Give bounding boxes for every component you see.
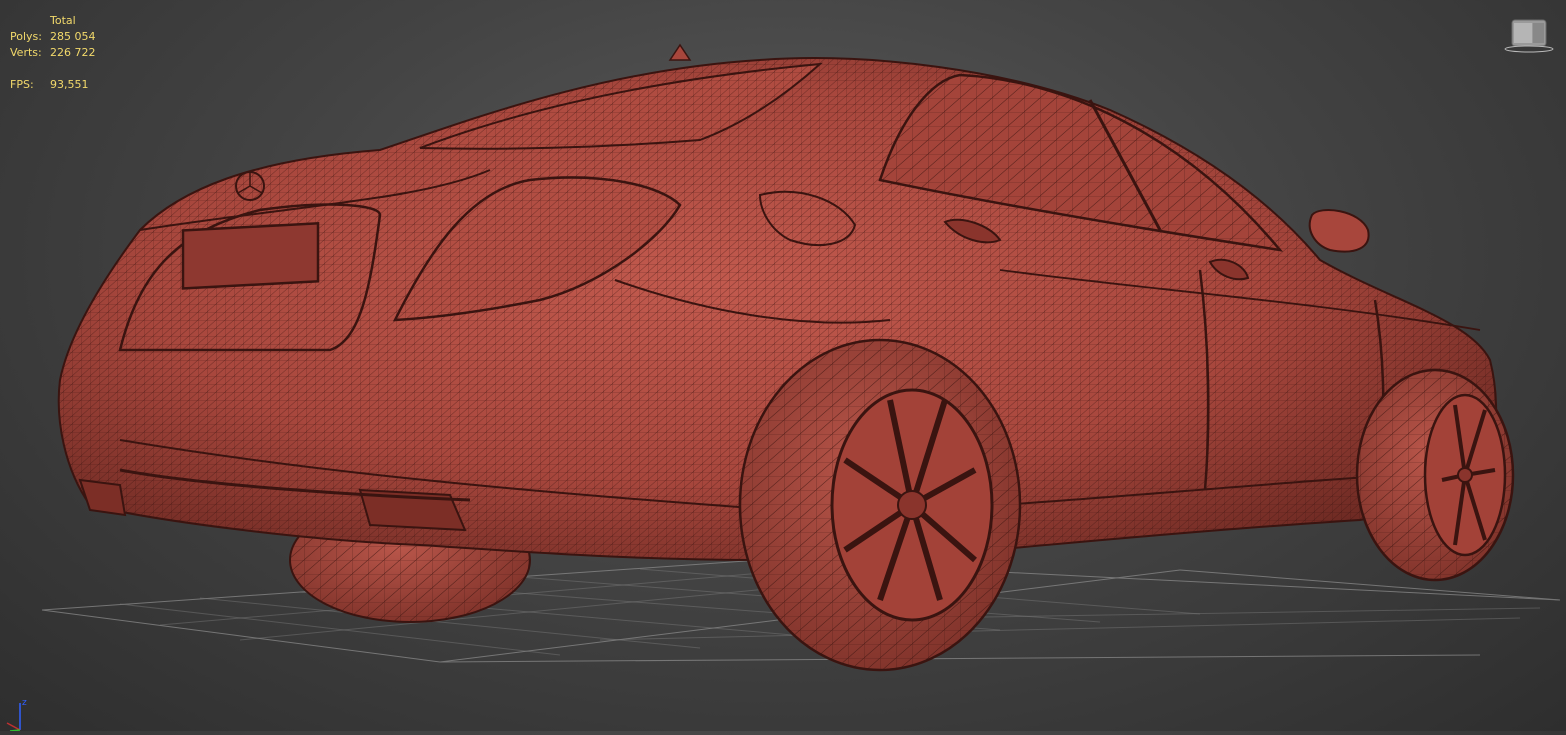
verts-row: Verts: 226 722 — [10, 45, 96, 61]
polys-label: Polys: — [10, 30, 42, 43]
verts-value: 226 722 — [50, 46, 96, 59]
viewcube-icon[interactable] — [1504, 18, 1554, 54]
axis-z-label: z — [22, 698, 27, 708]
viewport-scene[interactable] — [0, 0, 1566, 731]
polys-row: Polys: 285 054 — [10, 29, 96, 45]
car-mesh[interactable] — [57, 43, 1515, 672]
3d-viewport[interactable]: Total Polys: 285 054 Verts: 226 722 FPS:… — [0, 0, 1566, 732]
stats-header: Total — [50, 14, 76, 27]
axis-tripod-icon: z — [2, 695, 42, 732]
fps-value: 93,551 — [50, 78, 89, 91]
verts-label: Verts: — [10, 46, 42, 59]
fps-label: FPS: — [10, 78, 34, 91]
statistics-overlay: Total Polys: 285 054 Verts: 226 722 FPS:… — [10, 13, 96, 93]
polys-value: 285 054 — [50, 30, 96, 43]
fps-row: FPS: 93,551 — [10, 77, 96, 93]
